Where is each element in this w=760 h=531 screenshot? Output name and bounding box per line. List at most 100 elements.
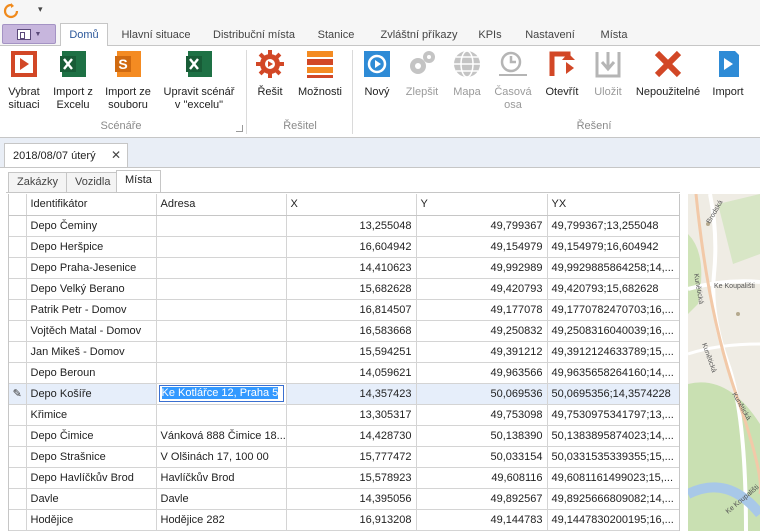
cell-x[interactable]: 15,578923 [286,467,417,489]
cell-yx[interactable]: 50,1383895874023;14,... [547,425,679,447]
document-tab[interactable]: 2018/08/07 úterý ✕ [4,143,128,167]
cell-y[interactable]: 49,250832 [416,320,548,342]
cell-adresa[interactable]: Havlíčkův Brod [156,467,287,489]
cell-adresa[interactable] [156,404,287,426]
table-row[interactable]: Depo Heršpice 16,604942 49,154979 49,154979… [9,236,679,258]
cell-identifikator[interactable]: Jan Mikeš - Domov [26,341,157,363]
cell-yx[interactable]: 49,1770782470703;16,... [547,299,679,321]
cell-yx[interactable]: 49,9929885864258;14,... [547,257,679,279]
cell-x[interactable]: 16,583668 [286,320,417,342]
cell-yx[interactable]: 49,8925666809082;14,... [547,488,679,510]
tab-stanice[interactable]: Stanice [308,26,364,46]
row-indicator[interactable] [9,488,27,510]
tab-hlavni-situace[interactable]: Hlavní situace [114,26,198,46]
cell-adresa[interactable] [156,215,287,237]
cell-x[interactable]: 13,255048 [286,215,417,237]
cell-y[interactable]: 49,992989 [416,257,548,279]
cell-x[interactable]: 16,814507 [286,299,417,321]
cell-yx[interactable]: 49,420793;15,682628 [547,278,679,300]
cell-identifikator[interactable]: Depo Praha-Jesenice [26,257,157,279]
import-file-button[interactable]: S Import ze souboru [100,48,156,112]
cell-x[interactable]: 16,913208 [286,509,417,531]
column-header-yx[interactable]: YX [547,194,679,216]
import-excel-button[interactable]: Import z Excelu [48,48,98,112]
cell-yx[interactable]: 49,2508316040039;16,... [547,320,679,342]
options-button[interactable]: Možnosti [294,48,346,99]
cell-y[interactable]: 50,033154 [416,446,548,468]
cell-y[interactable]: 49,144783 [416,509,548,531]
column-header-y[interactable]: Y [416,194,548,216]
tab-kpis[interactable]: KPIs [472,26,508,46]
cell-adresa[interactable]: Ke Kotlářce 12, Praha 5 [156,383,287,405]
open-button[interactable]: Otevřít [540,48,584,99]
cell-x[interactable]: 14,059621 [286,362,417,384]
cell-identifikator[interactable]: Depo Velký Berano [26,278,157,300]
cell-x[interactable]: 13,305317 [286,404,417,426]
column-header-identifikator[interactable]: Identifikátor [26,194,157,216]
cell-adresa[interactable] [156,341,287,363]
cell-adresa[interactable] [156,320,287,342]
cell-y[interactable]: 49,892567 [416,488,548,510]
cell-adresa[interactable] [156,278,287,300]
close-icon[interactable]: ✕ [111,148,121,162]
table-row[interactable]: Depo Havlíčkův Brod Havlíčkův Brod 15,5789… [9,467,679,489]
cell-x[interactable]: 14,428730 [286,425,417,447]
import-solution-button[interactable]: Import [706,48,750,99]
cell-adresa[interactable] [156,257,287,279]
cell-y[interactable]: 49,963566 [416,362,548,384]
tab-distribucni-mista[interactable]: Distribuční místa [206,26,302,46]
table-row[interactable]: Davle Davle 14,395056 49,892567 49,892566680… [9,488,679,510]
cell-adresa[interactable] [156,236,287,258]
table-row[interactable]: Depo Velký Berano 15,682628 49,420793 49,42… [9,278,679,300]
row-indicator[interactable] [9,236,27,258]
cell-y[interactable]: 49,753098 [416,404,548,426]
cell-adresa[interactable]: Hodějice 282 [156,509,287,531]
cell-x[interactable]: 16,604942 [286,236,417,258]
cell-y[interactable]: 49,799367 [416,215,548,237]
cell-yx[interactable]: 49,6081161499023;15,... [547,467,679,489]
map-button[interactable]: Mapa [446,48,488,99]
row-indicator[interactable] [9,425,27,447]
cell-identifikator[interactable]: Depo Košíře [26,383,157,405]
table-row[interactable]: Depo Praha-Jesenice 14,410623 49,992989 49,… [9,257,679,279]
column-header-x[interactable]: X [286,194,417,216]
cell-identifikator[interactable]: Křimice [26,404,157,426]
timeline-button[interactable]: Časová osa [492,48,534,112]
tab-mista-inner[interactable]: Místa [116,170,161,193]
new-solution-button[interactable]: Nový [358,48,396,99]
table-row[interactable]: ✎ Depo Košíře Ke Kotlářce 12, Praha 5 14,35… [9,383,679,405]
cell-identifikator[interactable]: Depo Heršpice [26,236,157,258]
row-indicator[interactable] [9,215,27,237]
cell-adresa[interactable]: Davle [156,488,287,510]
row-indicator[interactable]: ✎ [9,383,27,405]
row-indicator[interactable] [9,341,27,363]
cell-identifikator[interactable]: Patrik Petr - Domov [26,299,157,321]
cell-y[interactable]: 49,154979 [416,236,548,258]
row-indicator[interactable] [9,278,27,300]
table-row[interactable]: Depo Čeminy 13,255048 49,799367 49,799367;1… [9,215,679,237]
table-row[interactable]: Depo Strašnice V Olšinách 17, 100 00 15,77… [9,446,679,468]
cell-adresa[interactable]: V Olšinách 17, 100 00 [156,446,287,468]
cell-yx[interactable]: 49,9635658264160;14,... [547,362,679,384]
map-view[interactable]: Brodská Kunětická Ke Koupališti Kunětick… [688,194,760,531]
cell-x[interactable]: 15,594251 [286,341,417,363]
edit-scenario-excel-button[interactable]: Upravit scénář v "excelu" [158,48,240,112]
cell-y[interactable]: 49,608116 [416,467,548,489]
tab-vozidla[interactable]: Vozidla [66,172,120,192]
cell-yx[interactable]: 49,799367;13,255048 [547,215,679,237]
table-row[interactable]: Jan Mikeš - Domov 15,594251 49,391212 49,39… [9,341,679,363]
cell-identifikator[interactable]: Depo Čimice [26,425,157,447]
improve-button[interactable]: Zlepšit [400,48,444,99]
qat-menu-arrow[interactable]: ▾ [38,4,43,15]
unusable-button[interactable]: Nepoužitelné [632,48,704,99]
row-indicator[interactable] [9,404,27,426]
cell-y[interactable]: 49,391212 [416,341,548,363]
row-indicator[interactable] [9,362,27,384]
group-launcher-scenare[interactable] [236,125,243,132]
cell-identifikator[interactable]: Depo Čeminy [26,215,157,237]
table-row[interactable]: Hodějice Hodějice 282 16,913208 49,144783 49… [9,509,679,531]
table-row[interactable]: Depo Čimice Vánková 888 Čimice 18... 14,42… [9,425,679,447]
row-indicator[interactable] [9,299,27,321]
select-situation-button[interactable]: Vybrat situaci [2,48,46,112]
cell-yx[interactable]: 50,0331535339355;15,... [547,446,679,468]
